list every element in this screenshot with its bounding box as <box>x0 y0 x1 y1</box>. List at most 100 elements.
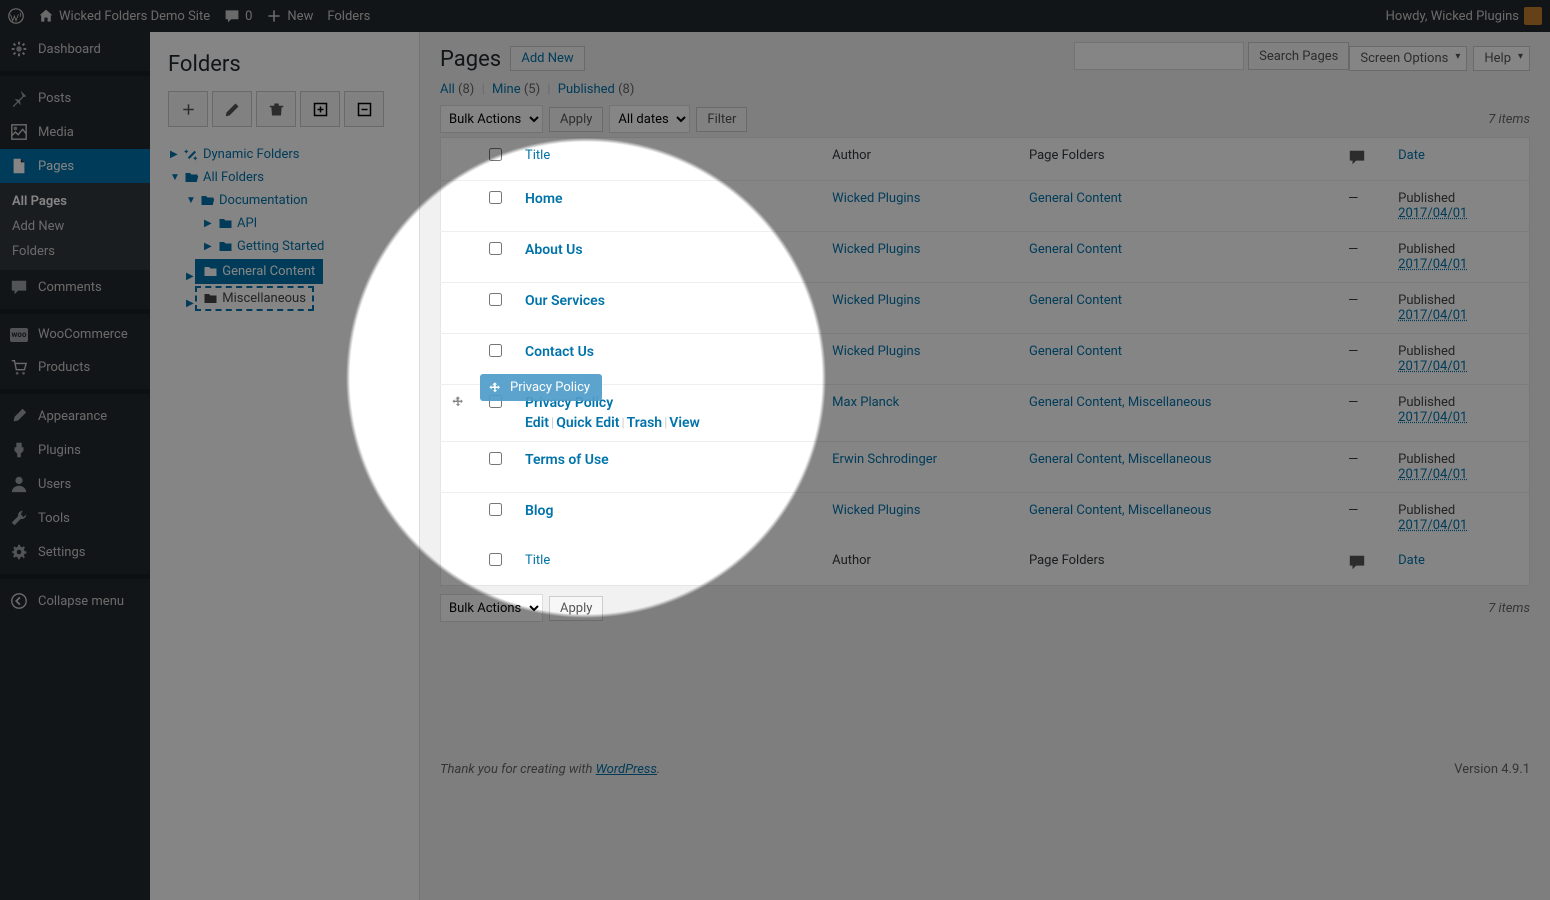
apply-button-bottom[interactable]: Apply <box>549 596 603 621</box>
tree-dynamic-folders[interactable]: ▶Dynamic Folders <box>168 143 401 166</box>
admin-menu: Dashboard Posts Media Pages All Pages Ad… <box>0 32 150 900</box>
folders-link[interactable]: Folders <box>327 9 370 24</box>
filter-published[interactable]: Published <box>558 82 615 97</box>
bulk-actions-select-bottom[interactable]: Bulk Actions <box>440 594 543 622</box>
menu-posts[interactable]: Posts <box>0 81 150 115</box>
new-link[interactable]: New <box>266 8 313 24</box>
author-link[interactable]: Wicked Plugins <box>832 242 920 257</box>
trash-link[interactable]: Trash <box>627 415 662 431</box>
folder-link[interactable]: General Content, Miscellaneous <box>1029 452 1212 467</box>
wp-logo[interactable] <box>8 8 24 24</box>
col-date[interactable]: Date <box>1398 148 1425 163</box>
date-link[interactable]: 2017/04/01 <box>1398 518 1467 533</box>
page-title-link[interactable]: Home <box>525 191 563 207</box>
author-link[interactable]: Erwin Schrodinger <box>832 452 937 467</box>
edit-link[interactable]: Edit <box>525 415 549 431</box>
col-date-foot[interactable]: Date <box>1398 553 1425 568</box>
quick-edit-link[interactable]: Quick Edit <box>556 415 619 431</box>
tree-all-folders[interactable]: ▼All Folders <box>168 166 401 189</box>
menu-woocommerce[interactable]: wooWooCommerce <box>0 319 150 350</box>
menu-media[interactable]: Media <box>0 115 150 149</box>
submenu-folders[interactable]: Folders <box>0 239 150 264</box>
pages-table: Title Author Page Folders Date HomeWicke… <box>440 137 1530 586</box>
menu-dashboard[interactable]: Dashboard <box>0 32 150 66</box>
folder-link[interactable]: General Content <box>1029 344 1122 359</box>
view-link[interactable]: View <box>669 415 700 431</box>
menu-appearance[interactable]: Appearance <box>0 399 150 433</box>
delete-folder-button[interactable] <box>256 91 296 127</box>
site-link[interactable]: Wicked Folders Demo Site <box>38 8 210 24</box>
row-checkbox[interactable] <box>489 344 502 357</box>
collapse-all-button[interactable] <box>344 91 384 127</box>
submenu-all-pages[interactable]: All Pages <box>0 189 150 214</box>
tree-getting-started[interactable]: ▶Getting Started <box>168 235 401 258</box>
date-link[interactable]: 2017/04/01 <box>1398 467 1467 482</box>
filter-mine[interactable]: Mine <box>492 82 521 97</box>
folder-link[interactable]: General Content, Miscellaneous <box>1029 395 1212 410</box>
folder-link[interactable]: General Content, Miscellaneous <box>1029 503 1212 518</box>
row-checkbox[interactable] <box>489 191 502 204</box>
date-link[interactable]: 2017/04/01 <box>1398 308 1467 323</box>
add-new-button[interactable]: Add New <box>510 46 584 71</box>
row-checkbox[interactable] <box>489 242 502 255</box>
date-link[interactable]: 2017/04/01 <box>1398 359 1467 374</box>
page-title-link[interactable]: Terms of Use <box>525 452 609 468</box>
folder-link[interactable]: General Content <box>1029 293 1122 308</box>
menu-pages[interactable]: Pages <box>0 149 150 183</box>
bulk-actions-select[interactable]: Bulk Actions <box>440 105 543 133</box>
date-link[interactable]: 2017/04/01 <box>1398 257 1467 272</box>
author-link[interactable]: Wicked Plugins <box>832 293 920 308</box>
comment-count: — <box>1338 334 1388 385</box>
page-title-link[interactable]: Blog <box>525 503 553 519</box>
menu-settings[interactable]: Settings <box>0 535 150 569</box>
date-link[interactable]: 2017/04/01 <box>1398 206 1467 221</box>
tree-general-content[interactable]: General Content <box>195 259 323 284</box>
select-all-checkbox-bottom[interactable] <box>489 553 502 566</box>
col-title[interactable]: Title <box>525 148 550 163</box>
author-link[interactable]: Wicked Plugins <box>832 191 920 206</box>
comment-count: — <box>1338 181 1388 232</box>
apply-button[interactable]: Apply <box>549 107 603 132</box>
comment-count: — <box>1338 232 1388 283</box>
date-link[interactable]: 2017/04/01 <box>1398 410 1467 425</box>
help-button[interactable]: Help <box>1473 46 1530 71</box>
menu-users[interactable]: Users <box>0 467 150 501</box>
menu-comments[interactable]: Comments <box>0 270 150 304</box>
row-checkbox[interactable] <box>489 452 502 465</box>
col-title-foot[interactable]: Title <box>525 553 550 568</box>
search-button[interactable]: Search Pages <box>1248 42 1349 70</box>
date-filter-select[interactable]: All dates <box>609 105 690 133</box>
tree-documentation[interactable]: ▼Documentation <box>168 189 401 212</box>
author-link[interactable]: Wicked Plugins <box>832 344 920 359</box>
search-input[interactable] <box>1074 42 1244 70</box>
filter-all[interactable]: All <box>440 82 455 97</box>
menu-tools[interactable]: Tools <box>0 501 150 535</box>
select-all-checkbox[interactable] <box>489 148 502 161</box>
menu-products[interactable]: Products <box>0 350 150 384</box>
expand-all-button[interactable] <box>300 91 340 127</box>
author-link[interactable]: Wicked Plugins <box>832 503 920 518</box>
folder-link[interactable]: General Content <box>1029 242 1122 257</box>
author-link[interactable]: Max Planck <box>832 395 899 410</box>
comments-link[interactable]: 0 <box>224 8 252 24</box>
submenu-add-new[interactable]: Add New <box>0 214 150 239</box>
drag-handle-icon[interactable] <box>451 395 465 409</box>
page-title-link[interactable]: Contact Us <box>525 344 594 360</box>
menu-collapse[interactable]: Collapse menu <box>0 584 150 618</box>
folder-tree: ▶Dynamic Folders ▼All Folders ▼Documenta… <box>168 143 401 312</box>
howdy-link[interactable]: Howdy, Wicked Plugins <box>1386 7 1542 25</box>
tree-miscellaneous-droptarget[interactable]: Miscellaneous <box>195 286 314 311</box>
page-title-link[interactable]: Our Services <box>525 293 605 309</box>
page-title-link[interactable]: About Us <box>525 242 583 258</box>
filter-button[interactable]: Filter <box>696 107 747 132</box>
row-checkbox[interactable] <box>489 293 502 306</box>
tree-api[interactable]: ▶API <box>168 212 401 235</box>
wordpress-link[interactable]: WordPress <box>596 762 657 777</box>
folder-link[interactable]: General Content <box>1029 191 1122 206</box>
menu-plugins[interactable]: Plugins <box>0 433 150 467</box>
rename-folder-button[interactable] <box>212 91 252 127</box>
add-folder-button[interactable] <box>168 91 208 127</box>
folder-pane-title: Folders <box>168 52 401 77</box>
row-checkbox[interactable] <box>489 503 502 516</box>
screen-options-button[interactable]: Screen Options <box>1349 46 1467 71</box>
